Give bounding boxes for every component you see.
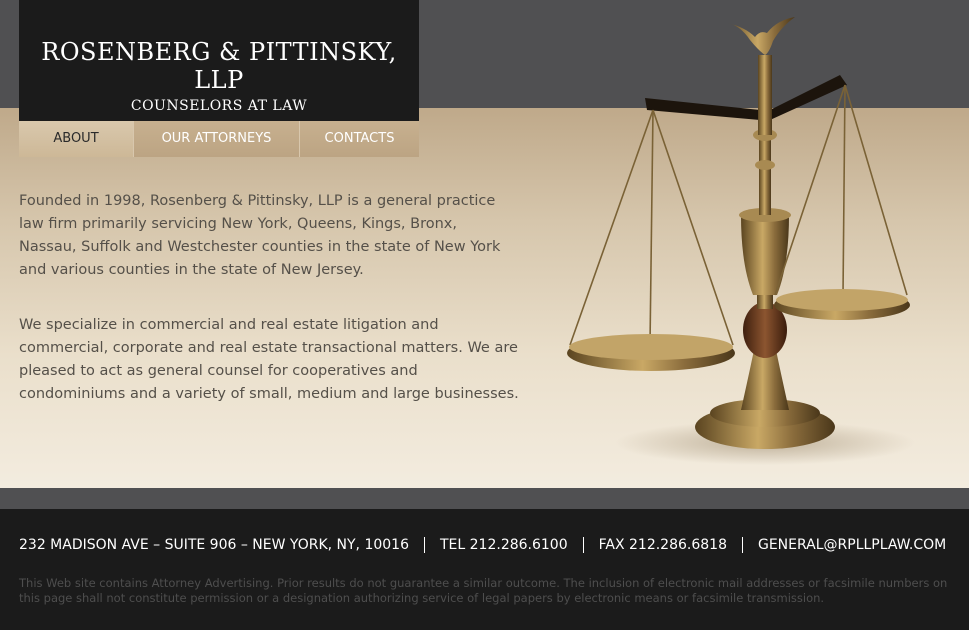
divider	[741, 537, 743, 553]
nav-our-attorneys[interactable]: OUR ATTORNEYS	[134, 121, 300, 157]
footer-fax: FAX 212.286.6818	[598, 537, 727, 553]
firm-subtitle: COUNSELORS AT LAW	[130, 98, 308, 114]
footer-address: 232 MADISON AVE – SUITE 906 – NEW YORK, …	[19, 537, 409, 553]
legal-disclaimer: This Web site contains Attorney Advertis…	[19, 576, 948, 605]
divider	[582, 537, 584, 553]
divider	[424, 537, 425, 553]
contact-bar: 232 MADISON AVE – SUITE 906 – NEW YORK, …	[19, 537, 946, 553]
footer-top-band	[0, 488, 969, 509]
nav-about[interactable]: ABOUT	[19, 121, 134, 157]
main-nav: ABOUT OUR ATTORNEYS CONTACTS	[19, 121, 419, 157]
firm-name: ROSENBERG & PITTINSKY, LLP	[41, 38, 397, 94]
footer-tel: TEL 212.286.6100	[440, 537, 568, 553]
nav-contacts[interactable]: CONTACTS	[300, 121, 419, 157]
about-content: Founded in 1998, Rosenberg & Pittinsky, …	[19, 190, 519, 438]
logo-block[interactable]: ROSENBERG & PITTINSKY, LLP COUNSELORS AT…	[19, 0, 419, 121]
about-paragraph-2: We specialize in commercial and real est…	[19, 317, 519, 402]
scales-of-justice-icon	[567, 17, 915, 465]
footer-email-link[interactable]: GENERAL@RPLLPLAW.COM	[758, 537, 946, 553]
footer: 232 MADISON AVE – SUITE 906 – NEW YORK, …	[0, 509, 969, 630]
about-paragraph-1: Founded in 1998, Rosenberg & Pittinsky, …	[19, 193, 501, 278]
